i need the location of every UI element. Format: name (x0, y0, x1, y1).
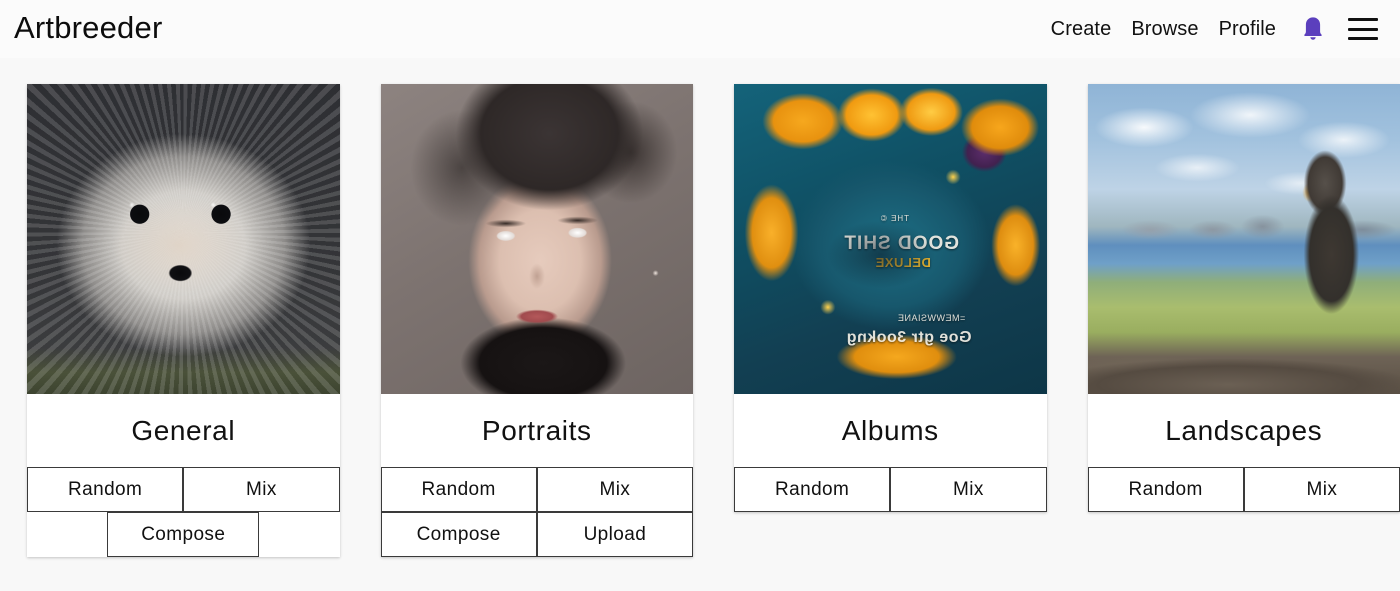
category-card-grid: General Random Mix Compose Portraits Ran… (0, 58, 1400, 557)
card-title-portraits: Portraits (481, 415, 592, 446)
mix-button[interactable]: Mix (536, 466, 693, 512)
hamburger-bar-2 (1348, 27, 1378, 31)
random-button[interactable]: Random (380, 466, 537, 512)
mix-button[interactable]: Mix (183, 466, 340, 512)
album-art-line-1: THE © (879, 214, 909, 224)
album-art-line-5: Goe gtr 3ookng (846, 328, 972, 346)
bell-icon (1304, 17, 1322, 40)
card-action-row: Compose (27, 511, 340, 557)
card-thumbnail-general[interactable] (27, 84, 340, 394)
category-card-landscapes: Landscapes Random Mix (1087, 84, 1400, 512)
nav-link-create[interactable]: Create (1041, 19, 1122, 39)
card-action-row: Compose Upload (380, 511, 693, 557)
notifications-button[interactable] (1286, 15, 1334, 43)
random-button[interactable]: Random (27, 466, 184, 512)
album-art-line-2: GOOD SHIT (843, 232, 959, 254)
nav-link-profile[interactable]: Profile (1209, 19, 1286, 39)
card-title-general: General (131, 415, 236, 446)
main-navigation: Create Browse Profile (1041, 15, 1378, 43)
album-art-line-4: =MEWWSIANE (897, 313, 966, 324)
site-logo[interactable]: Artbreeder (14, 12, 162, 46)
hamburger-bar-3 (1348, 37, 1378, 40)
card-thumbnail-portraits[interactable] (380, 84, 693, 394)
card-actions-albums: Random Mix (734, 466, 1047, 512)
category-card-portraits: Portraits Random Mix Compose Upload (380, 84, 693, 557)
album-art-line-3: DELUXE (875, 254, 931, 270)
card-action-row: Random Mix (1087, 466, 1400, 512)
mix-button[interactable]: Mix (890, 466, 1047, 512)
category-card-general: General Random Mix Compose (27, 84, 340, 557)
site-header: Artbreeder Create Browse Profile (0, 0, 1400, 58)
random-button[interactable]: Random (734, 466, 891, 512)
card-thumbnail-albums[interactable]: THE © GOOD SHIT DELUXE =MEWWSIANE Goe gt… (734, 84, 1047, 394)
album-art-text: THE © GOOD SHIT DELUXE =MEWWSIANE Goe gt… (734, 84, 1047, 394)
card-thumbnail-landscapes[interactable] (1087, 84, 1400, 394)
card-action-row: Random Mix (27, 466, 340, 512)
hamburger-menu-icon[interactable] (1348, 18, 1378, 40)
compose-button[interactable]: Compose (107, 511, 260, 557)
compose-button[interactable]: Compose (380, 511, 537, 557)
random-button[interactable]: Random (1087, 466, 1244, 512)
hamburger-bar-1 (1348, 18, 1378, 21)
card-actions-portraits: Random Mix Compose Upload (380, 466, 693, 557)
card-action-row: Random Mix (734, 466, 1047, 512)
upload-button[interactable]: Upload (536, 511, 693, 557)
card-actions-landscapes: Random Mix (1087, 466, 1400, 512)
category-card-albums: THE © GOOD SHIT DELUXE =MEWWSIANE Goe gt… (734, 84, 1047, 512)
card-title-albums: Albums (841, 415, 939, 446)
card-actions-general: Random Mix Compose (27, 466, 340, 557)
mix-button[interactable]: Mix (1243, 466, 1400, 512)
card-title-landscapes: Landscapes (1165, 415, 1323, 446)
nav-link-browse[interactable]: Browse (1121, 19, 1208, 39)
card-action-row: Random Mix (380, 466, 693, 512)
